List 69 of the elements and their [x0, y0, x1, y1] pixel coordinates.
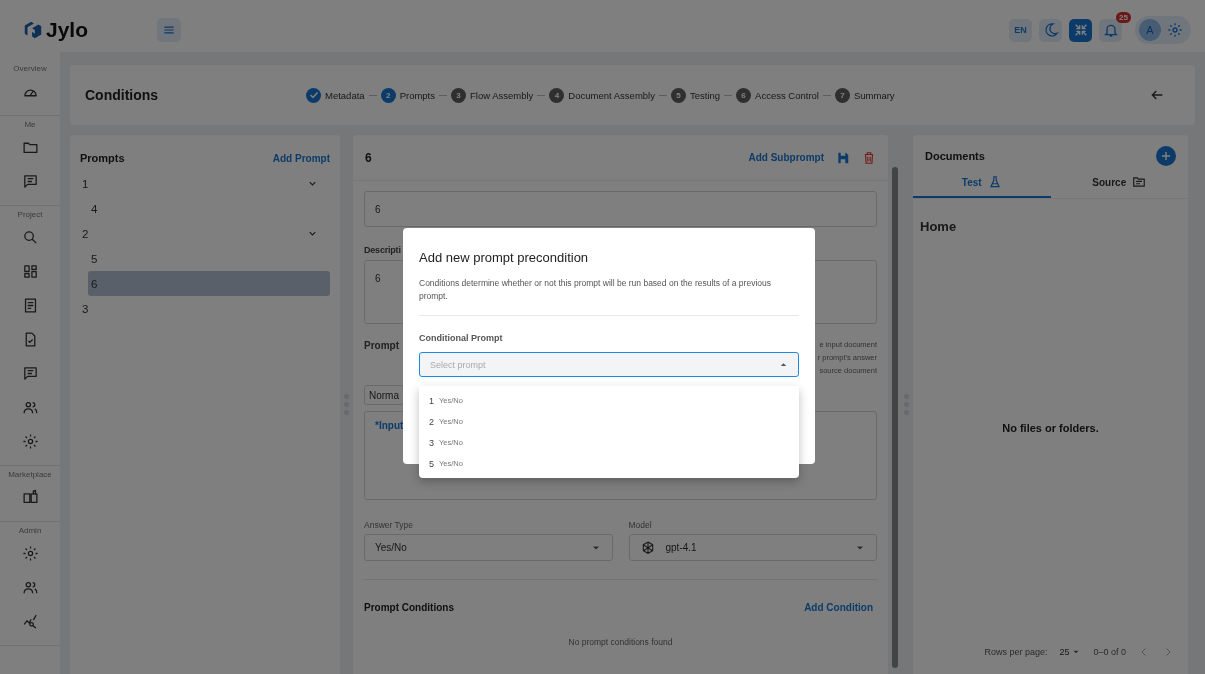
field-label: Answer Type	[364, 520, 414, 530]
add-subprompt-link[interactable]: Add Subprompt	[748, 152, 824, 163]
step[interactable]: 4 Document Assembly	[549, 87, 655, 103]
add-condition-link[interactable]: Add Condition	[804, 602, 873, 613]
tree-item[interactable]: 4	[88, 196, 330, 221]
answer-type-select[interactable]: Yes/No	[364, 534, 613, 561]
panel-title: Prompts	[80, 152, 125, 164]
sidebar-section-label: Overview	[13, 64, 47, 73]
chart-search-icon[interactable]	[21, 613, 39, 630]
plus-icon	[1159, 149, 1173, 163]
step[interactable]: 6 Access Control	[736, 87, 819, 103]
add-button[interactable]	[1156, 146, 1176, 166]
step[interactable]: 5 Testing	[670, 87, 721, 103]
step[interactable]: 7 Summary	[834, 87, 895, 103]
menu-icon	[162, 23, 176, 37]
bell-icon	[1102, 22, 1119, 38]
menu-button[interactable]	[157, 18, 181, 42]
dialog-title: Add new prompt precondition	[419, 250, 590, 265]
people-icon[interactable]	[21, 399, 39, 416]
dialog-description: Conditions determine whether or not this prompt will be run based on the results of a previous prompt.	[419, 277, 772, 303]
chat-icon[interactable]	[21, 173, 39, 190]
sidebar-section-label: Marketplace	[8, 470, 52, 479]
search-icon[interactable]	[21, 229, 39, 246]
grid-icon[interactable]	[21, 263, 39, 280]
page-title: Conditions	[85, 87, 160, 103]
tab[interactable]: Test	[913, 168, 1051, 198]
field-label: Conditional Prompt	[419, 333, 504, 343]
step[interactable]: Metadata	[306, 87, 365, 103]
tree-item[interactable]: 2	[80, 221, 330, 246]
theme-button[interactable]	[1039, 18, 1062, 42]
prompt-title: 6	[365, 150, 372, 165]
check-icon	[307, 89, 320, 101]
panel-title: Documents	[925, 150, 985, 162]
tree-item[interactable]: 1	[80, 171, 330, 196]
folder-icon	[1132, 175, 1147, 189]
moon-icon	[1042, 22, 1059, 38]
book-icon[interactable]	[21, 489, 39, 506]
logo-text: Jylo	[46, 18, 89, 42]
tree-item[interactable]: 3	[80, 296, 330, 321]
tab[interactable]: Source	[1050, 168, 1188, 198]
field-label: Model	[628, 520, 653, 530]
field-label: Descripti	[364, 245, 401, 255]
field-label: Prompt	[364, 340, 399, 351]
step[interactable]: 2 Prompts	[380, 87, 435, 103]
name-field[interactable]: 6	[364, 191, 877, 227]
rows-per-page-label: Rows per page:	[984, 647, 1048, 657]
collapse-button[interactable]	[1069, 18, 1092, 42]
prompt-select[interactable]: Select prompt	[419, 352, 799, 377]
chat-icon[interactable]	[21, 365, 39, 382]
sidebar-section-label: Admin	[18, 526, 42, 535]
notifications-button[interactable]	[1099, 18, 1122, 42]
language-button[interactable]: EN	[1009, 18, 1032, 42]
delete-icon[interactable]	[862, 150, 876, 165]
sidebar-section-label: Me	[24, 120, 36, 129]
empty-message: No prompt conditions found	[567, 637, 674, 647]
page-range: 0–0 of 0	[1093, 647, 1126, 657]
people-icon[interactable]	[21, 579, 39, 596]
tree-item[interactable]: 5	[88, 246, 330, 271]
model-select[interactable]: gpt-4.1	[628, 534, 877, 561]
rows-per-page-select[interactable]: 25	[1059, 647, 1082, 657]
empty-message: No files or folders.	[1001, 421, 1100, 436]
folder-title: Home	[919, 218, 958, 234]
step[interactable]: 3 Flow Assembly	[451, 87, 534, 103]
tree-item[interactable]: 6	[88, 271, 330, 296]
notification-badge: 25	[1116, 11, 1131, 23]
section-title: Prompt Conditions	[364, 602, 454, 613]
add-prompt-link[interactable]: Add Prompt	[272, 152, 330, 164]
flask-icon	[987, 175, 1002, 189]
logo-icon	[22, 19, 44, 41]
